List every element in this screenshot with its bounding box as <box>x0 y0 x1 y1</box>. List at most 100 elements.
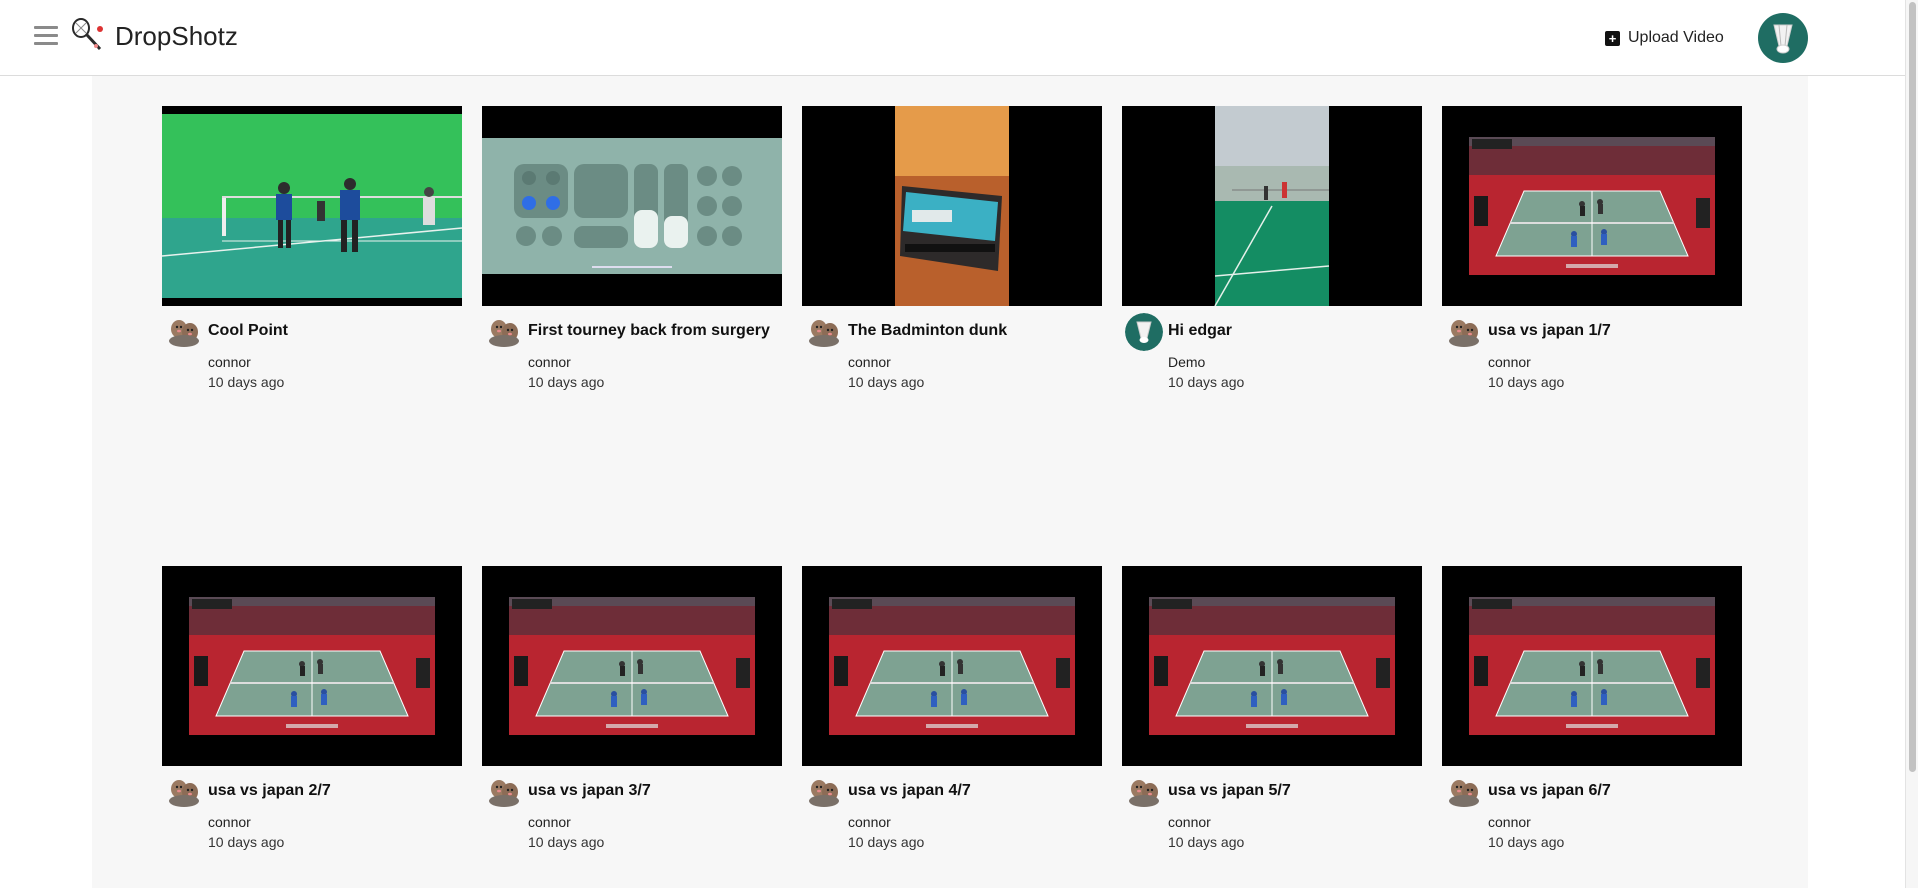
rock-creature-icon <box>165 773 203 811</box>
video-meta: usa vs japan 4/7 connor 10 days ago <box>802 766 1102 856</box>
video-thumbnail-image <box>1122 106 1422 306</box>
video-card[interactable]: usa vs japan 3/7 connor 10 days ago <box>482 566 782 856</box>
add-box-icon: + <box>1605 30 1620 46</box>
rock-creature-icon <box>1445 313 1483 351</box>
video-card[interactable]: First tourney back from surgery connor 1… <box>482 106 782 396</box>
hamburger-menu-icon[interactable] <box>34 26 58 48</box>
video-thumbnail-image <box>482 566 782 766</box>
video-thumbnail[interactable] <box>802 566 1102 766</box>
video-thumbnail-image <box>162 106 462 306</box>
uploader-avatar[interactable] <box>805 773 843 811</box>
video-meta: First tourney back from surgery connor 1… <box>482 306 782 396</box>
rock-creature-icon <box>165 313 203 351</box>
rock-creature-icon <box>1445 773 1483 811</box>
user-avatar[interactable] <box>1758 13 1808 63</box>
video-card[interactable]: Cool Point connor 10 days ago <box>162 106 462 396</box>
video-card[interactable]: usa vs japan 2/7 connor 10 days ago <box>162 566 462 856</box>
shuttlecock-icon <box>1125 313 1163 351</box>
video-author[interactable]: connor <box>208 814 251 830</box>
video-author[interactable]: connor <box>848 354 891 370</box>
video-thumbnail[interactable] <box>802 106 1102 306</box>
video-title[interactable]: First tourney back from surgery <box>528 322 770 340</box>
uploader-avatar[interactable] <box>485 313 523 351</box>
video-thumbnail[interactable] <box>482 106 782 306</box>
app-title[interactable]: DropShotz <box>115 21 238 52</box>
video-thumbnail[interactable] <box>162 106 462 306</box>
rock-creature-icon <box>805 773 843 811</box>
video-thumbnail[interactable] <box>1442 106 1742 306</box>
video-author[interactable]: connor <box>528 814 571 830</box>
uploader-avatar[interactable] <box>165 313 203 351</box>
video-title[interactable]: The Badminton dunk <box>848 322 1007 340</box>
video-card[interactable]: usa vs japan 1/7 connor 10 days ago <box>1442 106 1742 396</box>
video-title[interactable]: Hi edgar <box>1168 322 1232 340</box>
upload-video-button[interactable]: + Upload Video <box>1605 26 1724 50</box>
video-meta: Hi edgar Demo 10 days ago <box>1122 306 1422 396</box>
shuttlecock-icon <box>1773 24 1793 54</box>
badminton-racket-logo-icon[interactable] <box>70 17 108 55</box>
video-thumbnail-image <box>802 106 1102 306</box>
video-title[interactable]: usa vs japan 1/7 <box>1488 322 1611 340</box>
video-meta: usa vs japan 2/7 connor 10 days ago <box>162 766 462 856</box>
video-timestamp: 10 days ago <box>528 374 605 390</box>
video-timestamp: 10 days ago <box>1488 374 1565 390</box>
video-thumbnail-image <box>162 566 462 766</box>
rock-creature-icon <box>485 773 523 811</box>
uploader-avatar[interactable] <box>1445 313 1483 351</box>
top-app-bar: DropShotz + Upload Video <box>0 0 1905 76</box>
video-meta: usa vs japan 3/7 connor 10 days ago <box>482 766 782 856</box>
rock-creature-icon <box>1125 773 1163 811</box>
video-author[interactable]: Demo <box>1168 354 1205 370</box>
rock-creature-icon <box>805 313 843 351</box>
video-thumbnail-image <box>1442 106 1742 306</box>
video-author[interactable]: connor <box>208 354 251 370</box>
video-title[interactable]: Cool Point <box>208 322 288 340</box>
uploader-avatar[interactable] <box>485 773 523 811</box>
uploader-avatar[interactable] <box>1445 773 1483 811</box>
video-thumbnail[interactable] <box>162 566 462 766</box>
page-scrollbar[interactable] <box>1905 0 1918 888</box>
video-title[interactable]: usa vs japan 6/7 <box>1488 782 1611 800</box>
uploader-avatar[interactable] <box>1125 313 1163 351</box>
video-card[interactable]: The Badminton dunk connor 10 days ago <box>802 106 1102 396</box>
video-title[interactable]: usa vs japan 4/7 <box>848 782 971 800</box>
video-timestamp: 10 days ago <box>1168 374 1245 390</box>
scrollbar-thumb[interactable] <box>1909 2 1916 772</box>
video-card[interactable]: usa vs japan 4/7 connor 10 days ago <box>802 566 1102 856</box>
video-timestamp: 10 days ago <box>208 374 285 390</box>
video-thumbnail-image <box>1442 566 1742 766</box>
video-thumbnail-image <box>1122 566 1422 766</box>
video-card[interactable]: Hi edgar Demo 10 days ago <box>1122 106 1422 396</box>
video-author[interactable]: connor <box>1488 354 1531 370</box>
video-title[interactable]: usa vs japan 2/7 <box>208 782 331 800</box>
video-meta: Cool Point connor 10 days ago <box>162 306 462 396</box>
video-grid: Cool Point connor 10 days ago First tour… <box>92 76 1808 888</box>
video-title[interactable]: usa vs japan 5/7 <box>1168 782 1291 800</box>
video-thumbnail-image <box>482 106 782 306</box>
video-thumbnail[interactable] <box>1442 566 1742 766</box>
video-card[interactable]: usa vs japan 5/7 connor 10 days ago <box>1122 566 1422 856</box>
video-meta: usa vs japan 5/7 connor 10 days ago <box>1122 766 1422 856</box>
video-meta: usa vs japan 1/7 connor 10 days ago <box>1442 306 1742 396</box>
video-author[interactable]: connor <box>528 354 571 370</box>
video-author[interactable]: connor <box>1168 814 1211 830</box>
video-timestamp: 10 days ago <box>528 834 605 850</box>
video-author[interactable]: connor <box>848 814 891 830</box>
uploader-avatar[interactable] <box>1125 773 1163 811</box>
video-timestamp: 10 days ago <box>1488 834 1565 850</box>
video-thumbnail-image <box>802 566 1102 766</box>
video-meta: usa vs japan 6/7 connor 10 days ago <box>1442 766 1742 856</box>
video-thumbnail[interactable] <box>482 566 782 766</box>
video-thumbnail[interactable] <box>1122 106 1422 306</box>
video-thumbnail[interactable] <box>1122 566 1422 766</box>
video-timestamp: 10 days ago <box>848 834 925 850</box>
uploader-avatar[interactable] <box>805 313 843 351</box>
video-author[interactable]: connor <box>1488 814 1531 830</box>
video-timestamp: 10 days ago <box>848 374 925 390</box>
video-timestamp: 10 days ago <box>208 834 285 850</box>
video-timestamp: 10 days ago <box>1168 834 1245 850</box>
video-title[interactable]: usa vs japan 3/7 <box>528 782 651 800</box>
rock-creature-icon <box>485 313 523 351</box>
video-card[interactable]: usa vs japan 6/7 connor 10 days ago <box>1442 566 1742 856</box>
uploader-avatar[interactable] <box>165 773 203 811</box>
